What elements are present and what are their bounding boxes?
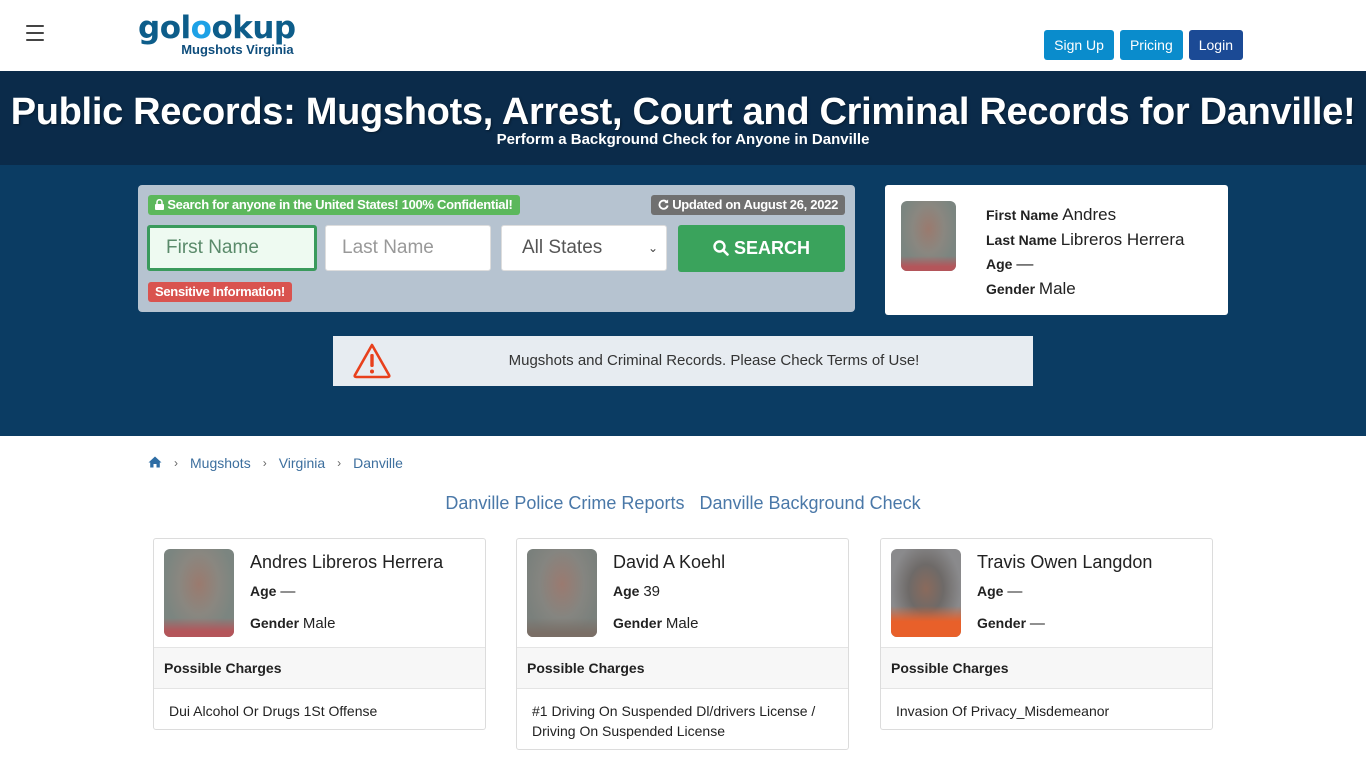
breadcrumb-separator: › bbox=[174, 456, 178, 470]
gender-label: Gender bbox=[250, 615, 300, 631]
background-check-link[interactable]: Danville Background Check bbox=[699, 493, 920, 513]
age-value: — bbox=[280, 583, 296, 600]
nav-buttons: Sign Up Pricing Login bbox=[1044, 30, 1243, 60]
first-name-value: Andres bbox=[1062, 205, 1117, 224]
age-label: Age bbox=[986, 256, 1013, 272]
breadcrumb-danville[interactable]: Danville bbox=[353, 455, 403, 471]
home-icon bbox=[148, 456, 162, 468]
person-gender: Gender Male bbox=[250, 615, 335, 632]
sensitive-badge: Sensitive Information! bbox=[148, 282, 292, 302]
last-name-value: Libreros Herrera bbox=[1060, 229, 1185, 249]
updated-badge: Updated on August 26, 2022 bbox=[650, 195, 845, 215]
age-value: 39 bbox=[643, 583, 661, 600]
first-name-input[interactable]: First Name bbox=[147, 225, 317, 271]
charges-text: Invasion Of Privacy_Misdemeanor bbox=[896, 703, 1110, 719]
profile-first-name: First Name Andres bbox=[986, 203, 1184, 228]
gender-label: Gender bbox=[986, 280, 1036, 297]
hero-title-band: Public Records: Mugshots, Arrest, Court … bbox=[0, 71, 1366, 165]
search-button[interactable]: SEARCH bbox=[678, 225, 845, 272]
breadcrumb-home[interactable] bbox=[148, 455, 162, 471]
top-navbar: golookup Mugshots Virginia Sign Up Prici… bbox=[0, 0, 1366, 71]
terms-alert: Mugshots and Criminal Records. Please Ch… bbox=[333, 336, 1033, 386]
mugshot-photo bbox=[164, 549, 234, 637]
chevron-down-icon: ⌄ bbox=[647, 241, 658, 255]
related-links: Danville Police Crime Reports Danville B… bbox=[0, 493, 1366, 514]
mugshot-photo bbox=[891, 549, 961, 637]
gender-value: — bbox=[1029, 615, 1045, 632]
police-crime-reports-link[interactable]: Danville Police Crime Reports bbox=[445, 493, 684, 513]
logo-text-accent: o bbox=[190, 10, 212, 46]
person-name[interactable]: Travis Owen Langdon bbox=[977, 552, 1152, 573]
gender-value: Male bbox=[1038, 278, 1076, 298]
search-icon bbox=[713, 240, 729, 256]
logo-text-part2: okup bbox=[211, 10, 296, 46]
age-value: — bbox=[1016, 254, 1034, 273]
profile-gender: Gender Male bbox=[986, 277, 1184, 302]
age-label: Age bbox=[613, 583, 640, 599]
site-logo[interactable]: golookup Mugshots Virginia bbox=[138, 12, 296, 57]
person-name[interactable]: David A Koehl bbox=[613, 552, 725, 573]
mugshot-card[interactable]: Andres Libreros Herrera Age — Gender Mal… bbox=[153, 538, 486, 730]
breadcrumb-separator: › bbox=[337, 456, 342, 470]
person-gender: Gender Male bbox=[613, 615, 698, 632]
charges-text: Dui Alcohol Or Drugs 1St Offense bbox=[169, 703, 378, 719]
breadcrumb-mugshots[interactable]: Mugshots bbox=[190, 455, 251, 471]
profile-last-name: Last Name Libreros Herrera bbox=[986, 228, 1184, 253]
refresh-icon bbox=[658, 199, 669, 210]
search-panel: Search for anyone in the United States! … bbox=[138, 185, 855, 312]
hamburger-icon[interactable] bbox=[26, 25, 44, 41]
profile-info: First Name Andres Last Name Libreros Her… bbox=[986, 203, 1184, 301]
featured-profile-card[interactable]: First Name Andres Last Name Libreros Her… bbox=[885, 185, 1228, 315]
hero-body: Search for anyone in the United States! … bbox=[0, 165, 1366, 436]
alert-text: Mugshots and Criminal Records. Please Ch… bbox=[508, 352, 920, 369]
gender-label: Gender bbox=[977, 615, 1027, 631]
search-button-label: SEARCH bbox=[734, 238, 811, 258]
person-age: Age 39 bbox=[613, 583, 660, 600]
profile-age: Age — bbox=[986, 252, 1184, 277]
charges-heading: Possible Charges bbox=[154, 647, 485, 689]
confidential-badge: Search for anyone in the United States! … bbox=[148, 195, 520, 215]
person-age: Age — bbox=[250, 583, 295, 600]
last-name-label: Last Name bbox=[986, 231, 1057, 248]
logo-text-part1: gol bbox=[138, 10, 191, 46]
last-name-input[interactable]: Last Name bbox=[325, 225, 491, 271]
person-gender: Gender — bbox=[977, 615, 1045, 632]
first-name-label: First Name bbox=[986, 207, 1059, 223]
pricing-button[interactable]: Pricing bbox=[1119, 30, 1183, 60]
profile-photo bbox=[901, 201, 956, 271]
login-button[interactable]: Login bbox=[1188, 30, 1243, 60]
person-name[interactable]: Andres Libreros Herrera bbox=[250, 552, 443, 573]
gender-label: Gender bbox=[613, 615, 663, 631]
updated-badge-text: Updated on August 26, 2022 bbox=[672, 197, 838, 212]
lock-icon bbox=[155, 198, 164, 210]
charges-text: #1 Driving On Suspended Dl/drivers Licen… bbox=[532, 703, 816, 739]
gender-value: Male bbox=[302, 615, 336, 632]
state-select-value: All States bbox=[522, 237, 603, 258]
breadcrumb-virginia[interactable]: Virginia bbox=[279, 455, 325, 471]
page-title: Public Records: Mugshots, Arrest, Court … bbox=[10, 91, 1356, 133]
charges-heading: Possible Charges bbox=[517, 647, 848, 689]
logo-wordmark: golookup bbox=[138, 12, 296, 44]
age-label: Age bbox=[977, 583, 1004, 599]
state-select[interactable]: All States ⌄ bbox=[501, 225, 667, 271]
person-age: Age — bbox=[977, 583, 1022, 600]
breadcrumb: › Mugshots › Virginia › Danville bbox=[148, 455, 403, 471]
age-value: — bbox=[1007, 583, 1023, 600]
mugshot-card[interactable]: Travis Owen Langdon Age — Gender — Possi… bbox=[880, 538, 1213, 730]
mugshot-card[interactable]: David A Koehl Age 39 Gender Male Possibl… bbox=[516, 538, 849, 750]
charges-heading: Possible Charges bbox=[881, 647, 1212, 689]
gender-value: Male bbox=[665, 615, 699, 632]
signup-button[interactable]: Sign Up bbox=[1044, 30, 1114, 60]
mugshot-photo bbox=[527, 549, 597, 637]
breadcrumb-separator: › bbox=[262, 456, 267, 470]
confidential-badge-text: Search for anyone in the United States! … bbox=[167, 197, 513, 212]
age-label: Age bbox=[250, 583, 277, 599]
